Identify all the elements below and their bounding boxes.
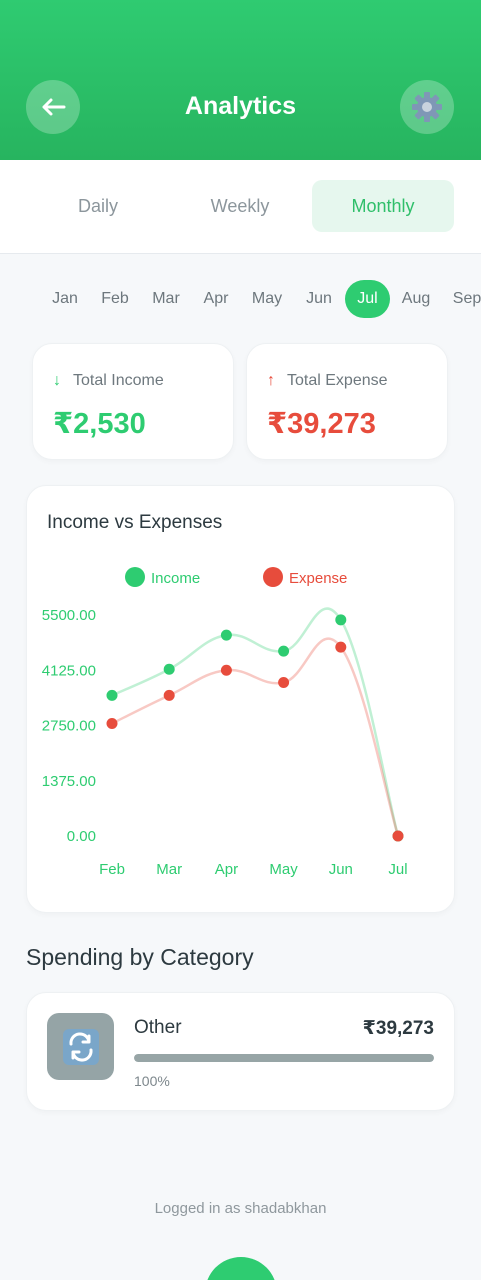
data-point-income (163, 663, 175, 675)
month-mar[interactable]: Mar (143, 280, 189, 318)
income-vs-expenses-card: Income vs Expenses Income Expense 5500.00 4… (26, 485, 455, 913)
data-point-income (106, 689, 118, 701)
arrow-down-icon: ↓ (53, 372, 61, 389)
month-jul[interactable]: Jul (345, 280, 390, 318)
category-percent: 100% (134, 1073, 170, 1089)
y-tick-label: 4125.00 (42, 662, 96, 679)
period-tabs: Daily Weekly Monthly (0, 160, 481, 254)
logged-in-text: Logged in as shadabkhan (154, 1200, 327, 1217)
arrow-up-icon: ↑ (267, 372, 275, 389)
tab-weekly[interactable]: Weekly (169, 180, 311, 232)
month-jun[interactable]: Jun (296, 280, 342, 318)
category-item[interactable]: Other ₹39,273 100% (26, 992, 455, 1111)
total-expense-label: Total Expense (287, 372, 388, 389)
data-point-expense (392, 830, 404, 842)
data-point-expense (106, 717, 118, 729)
month-apr[interactable]: Apr (193, 280, 239, 318)
total-income-label: Total Income (73, 372, 164, 389)
category-amount: ₹39,273 (362, 1018, 434, 1039)
total-income-value: ₹2,530 (53, 408, 146, 440)
legend-label-income: Income (151, 570, 200, 587)
total-income-card: ↓ Total Income ₹2,530 (32, 343, 234, 460)
data-point-expense (220, 664, 232, 676)
category-name: Other (134, 1017, 182, 1038)
x-tick-label: Feb (99, 861, 125, 878)
month-feb[interactable]: Feb (92, 280, 138, 318)
month-may[interactable]: May (244, 280, 290, 318)
x-tick-label: May (269, 861, 298, 878)
tab-monthly[interactable]: Monthly (312, 180, 454, 232)
y-tick-label: 5500.00 (42, 607, 96, 624)
x-tick-label: Jun (329, 861, 353, 878)
gear-icon (412, 92, 442, 122)
data-point-income (278, 645, 290, 657)
x-tick-label: Mar (156, 861, 182, 878)
data-point-income (220, 629, 232, 641)
month-jan[interactable]: Jan (42, 280, 88, 318)
series-line-expense (111, 637, 400, 837)
month-selector: Jan Feb Mar Apr May Jun Jul Aug Sep (0, 280, 481, 320)
category-icon (47, 1013, 114, 1080)
repeat-icon (62, 1028, 99, 1065)
total-expense-card: ↑ Total Expense ₹39,273 (246, 343, 448, 460)
y-tick-label: 2750.00 (42, 718, 96, 735)
x-tick-label: Jul (388, 861, 407, 878)
y-tick-label: 1375.00 (42, 773, 96, 790)
total-expense-value: ₹39,273 (267, 408, 376, 440)
data-point-expense (163, 689, 175, 701)
category-progress-fill (134, 1054, 434, 1062)
legend-marker-expense (263, 567, 283, 587)
line-chart: Income Expense 5500.00 4125.00 2750.00 1375.0… (42, 567, 408, 878)
tab-daily[interactable]: Daily (27, 180, 169, 232)
month-aug[interactable]: Aug (393, 280, 439, 318)
add-transaction-button[interactable] (205, 1257, 277, 1280)
app-header: Analytics (0, 0, 481, 160)
series-line-income (111, 607, 400, 837)
data-point-expense (335, 641, 347, 653)
x-tick-label: Apr (215, 861, 238, 878)
y-tick-label: 0.00 (67, 828, 96, 845)
category-progress-bar (134, 1054, 434, 1062)
legend-marker-income (125, 567, 145, 587)
legend-label-expense: Expense (289, 570, 347, 587)
settings-button[interactable] (400, 80, 454, 134)
spending-section-title: Spending by Category (26, 944, 254, 970)
data-point-expense (278, 677, 290, 689)
data-point-income (335, 614, 347, 626)
month-sep[interactable]: Sep (444, 280, 481, 318)
